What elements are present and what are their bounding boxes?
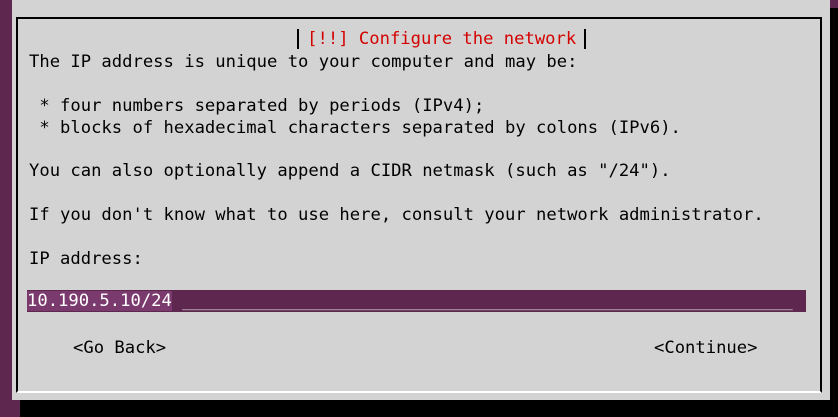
dialog-title: [!!] Configure the network xyxy=(297,29,587,49)
ip-address-input[interactable]: 10.190.5.10/24 _________________________… xyxy=(27,290,806,312)
cursor-gap xyxy=(172,291,182,311)
dialog-shadow-right xyxy=(830,8,838,408)
help-note: If you don't know what to use here, cons… xyxy=(29,205,764,225)
bullet-ipv4: * four numbers separated by periods (IPv… xyxy=(29,96,485,116)
ip-address-label: IP address: xyxy=(29,249,143,269)
cidr-note: You can also optionally append a CIDR ne… xyxy=(29,161,671,181)
configure-network-dialog: [!!] Configure the network The IP addres… xyxy=(12,0,830,400)
dialog-shadow-bottom xyxy=(20,400,838,417)
ip-address-value: 10.190.5.10/24 xyxy=(27,291,172,311)
intro-text: The IP address is unique to your compute… xyxy=(29,52,578,72)
input-fill: ________________________________________… xyxy=(182,291,793,311)
go-back-button[interactable]: <Go Back> xyxy=(73,337,166,359)
bullet-ipv6: * blocks of hexadecimal characters separ… xyxy=(29,118,681,138)
continue-button[interactable]: <Continue> xyxy=(654,337,757,359)
